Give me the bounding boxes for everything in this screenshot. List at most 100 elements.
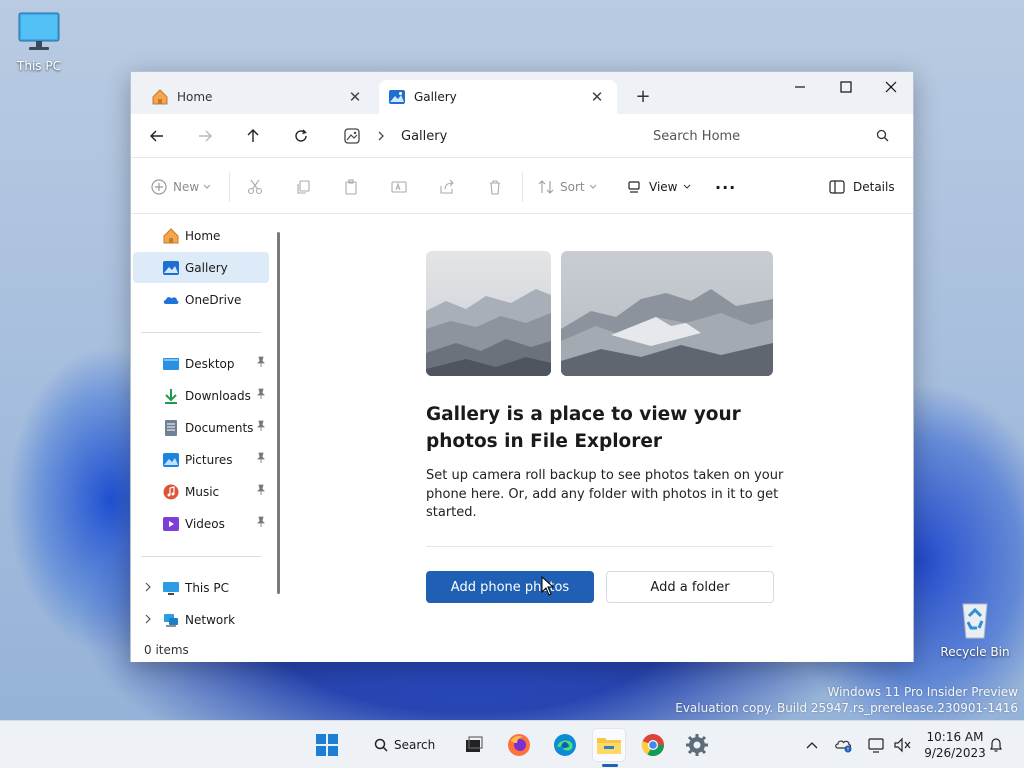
chevron-down-icon (684, 184, 691, 189)
paste-button[interactable] (343, 176, 359, 198)
address-field[interactable]: Gallery (339, 122, 629, 150)
pin-icon[interactable] (255, 516, 267, 528)
close-tab-gallery-icon[interactable]: ✕ (589, 88, 605, 106)
search-placeholder: Search Home (653, 128, 741, 144)
edge-icon (554, 734, 576, 756)
sidebar-item-desktop[interactable]: Desktop (133, 348, 269, 379)
tab-home[interactable]: Home ✕ (135, 80, 375, 114)
clock[interactable]: 10:16 AM 9/26/2023 (920, 729, 990, 761)
tab-gallery[interactable]: Gallery ✕ (379, 80, 617, 114)
sidebar-item-music[interactable]: Music (133, 476, 269, 507)
navigation-pane: Home Gallery OneDrive Desktop Downloads … (131, 214, 287, 638)
copy-button[interactable] (295, 176, 311, 198)
minimize-button[interactable] (777, 72, 823, 102)
onedrive-tray-button[interactable] (834, 735, 854, 755)
pin-icon[interactable] (255, 484, 267, 496)
details-button[interactable]: Details (829, 176, 895, 198)
sidebar-item-onedrive[interactable]: OneDrive (133, 284, 269, 315)
landscape-photo-large (561, 251, 773, 376)
search-input[interactable]: Search Home (641, 122, 901, 150)
forward-button[interactable] (193, 124, 217, 148)
this-pc-desktop-icon[interactable]: This PC (1, 12, 77, 73)
sort-button[interactable]: Sort (538, 176, 597, 198)
sidebar-item-network[interactable]: Network (133, 604, 269, 635)
file-explorer-window: Home ✕ Gallery ✕ + Gallery Search Home N… (130, 71, 914, 662)
paste-icon (345, 179, 357, 195)
clock-time: 10:16 AM (926, 730, 984, 744)
chrome-taskbar-button[interactable] (637, 729, 669, 761)
watermark-line-1: Windows 11 Pro Insider Preview (827, 685, 1018, 699)
command-bar: New Sort View ··· Details (131, 158, 913, 214)
share-button[interactable] (439, 176, 455, 198)
rename-icon (391, 181, 407, 193)
sidebar-item-label: Music (185, 484, 220, 499)
sidebar-item-downloads[interactable]: Downloads (133, 380, 269, 411)
share-icon (440, 179, 454, 194)
edge-taskbar-button[interactable] (549, 729, 581, 761)
volume-tray-button[interactable] (892, 735, 912, 755)
notifications-button[interactable] (986, 735, 1006, 755)
cut-button[interactable] (247, 176, 263, 198)
new-button[interactable]: New (151, 176, 211, 198)
network-tray-button[interactable] (866, 735, 886, 755)
rename-button[interactable] (391, 176, 407, 198)
recycle-bin-icon (962, 603, 988, 639)
maximize-icon (840, 81, 852, 93)
start-button[interactable] (311, 729, 343, 761)
sidebar-scrollbar[interactable] (277, 232, 280, 594)
mouse-pointer-icon (541, 576, 555, 596)
home-icon (152, 89, 168, 105)
pin-icon[interactable] (255, 356, 267, 368)
sidebar-item-label: Pictures (185, 452, 233, 467)
recycle-bin-desktop-icon[interactable]: Recycle Bin (937, 598, 1013, 659)
pin-icon[interactable] (255, 388, 267, 400)
details-pane-icon (829, 180, 845, 194)
close-tab-home-icon[interactable]: ✕ (347, 88, 363, 106)
chevron-down-icon (589, 184, 596, 189)
refresh-icon (295, 129, 307, 142)
sidebar-item-pictures[interactable]: Pictures (133, 444, 269, 475)
clock-date: 9/26/2023 (924, 746, 986, 760)
taskbar-search-label: Search (394, 738, 436, 752)
watermark-line-2: Evaluation copy. Build 25947.rs_prerelea… (675, 701, 1018, 715)
refresh-button[interactable] (289, 124, 313, 148)
sidebar-item-documents[interactable]: Documents (133, 412, 269, 443)
view-button[interactable]: View (627, 176, 691, 198)
chevron-right-icon[interactable] (143, 613, 153, 625)
chevron-right-icon[interactable] (143, 581, 153, 593)
sidebar-item-videos[interactable]: Videos (133, 508, 269, 539)
close-window-button[interactable] (868, 72, 914, 102)
documents-icon (165, 420, 177, 436)
firefox-taskbar-button[interactable] (503, 729, 535, 761)
network-status-icon (868, 738, 884, 753)
sidebar-divider (141, 332, 261, 333)
bell-icon (990, 738, 1002, 752)
breadcrumb-gallery[interactable]: Gallery (401, 129, 447, 144)
task-view-button[interactable] (458, 729, 490, 761)
music-icon (163, 484, 179, 500)
sidebar-item-label: OneDrive (185, 292, 242, 307)
task-view-icon (466, 736, 483, 752)
settings-taskbar-button[interactable] (681, 729, 713, 761)
computer-icon (163, 582, 179, 595)
sidebar-item-home[interactable]: Home (133, 220, 269, 251)
folder-icon (597, 738, 621, 754)
file-explorer-taskbar-button[interactable] (593, 729, 625, 761)
firefox-icon (508, 734, 530, 756)
more-options-button[interactable]: ··· (715, 176, 736, 198)
sidebar-item-this-pc[interactable]: This PC (133, 572, 269, 603)
show-hidden-icons-button[interactable] (802, 735, 822, 755)
up-button[interactable] (241, 124, 265, 148)
desktop-folder-icon (163, 358, 179, 370)
pin-icon[interactable] (255, 452, 267, 464)
add-phone-photos-button[interactable]: Add phone photos (426, 571, 594, 603)
computer-icon (18, 12, 60, 50)
taskbar-search-button[interactable]: Search (362, 731, 444, 759)
pin-icon[interactable] (255, 420, 267, 432)
add-folder-button[interactable]: Add a folder (606, 571, 774, 603)
sidebar-item-gallery[interactable]: Gallery (133, 252, 269, 283)
back-button[interactable] (145, 124, 169, 148)
delete-button[interactable] (487, 176, 503, 198)
new-tab-button[interactable]: + (631, 84, 655, 108)
maximize-button[interactable] (823, 72, 869, 102)
